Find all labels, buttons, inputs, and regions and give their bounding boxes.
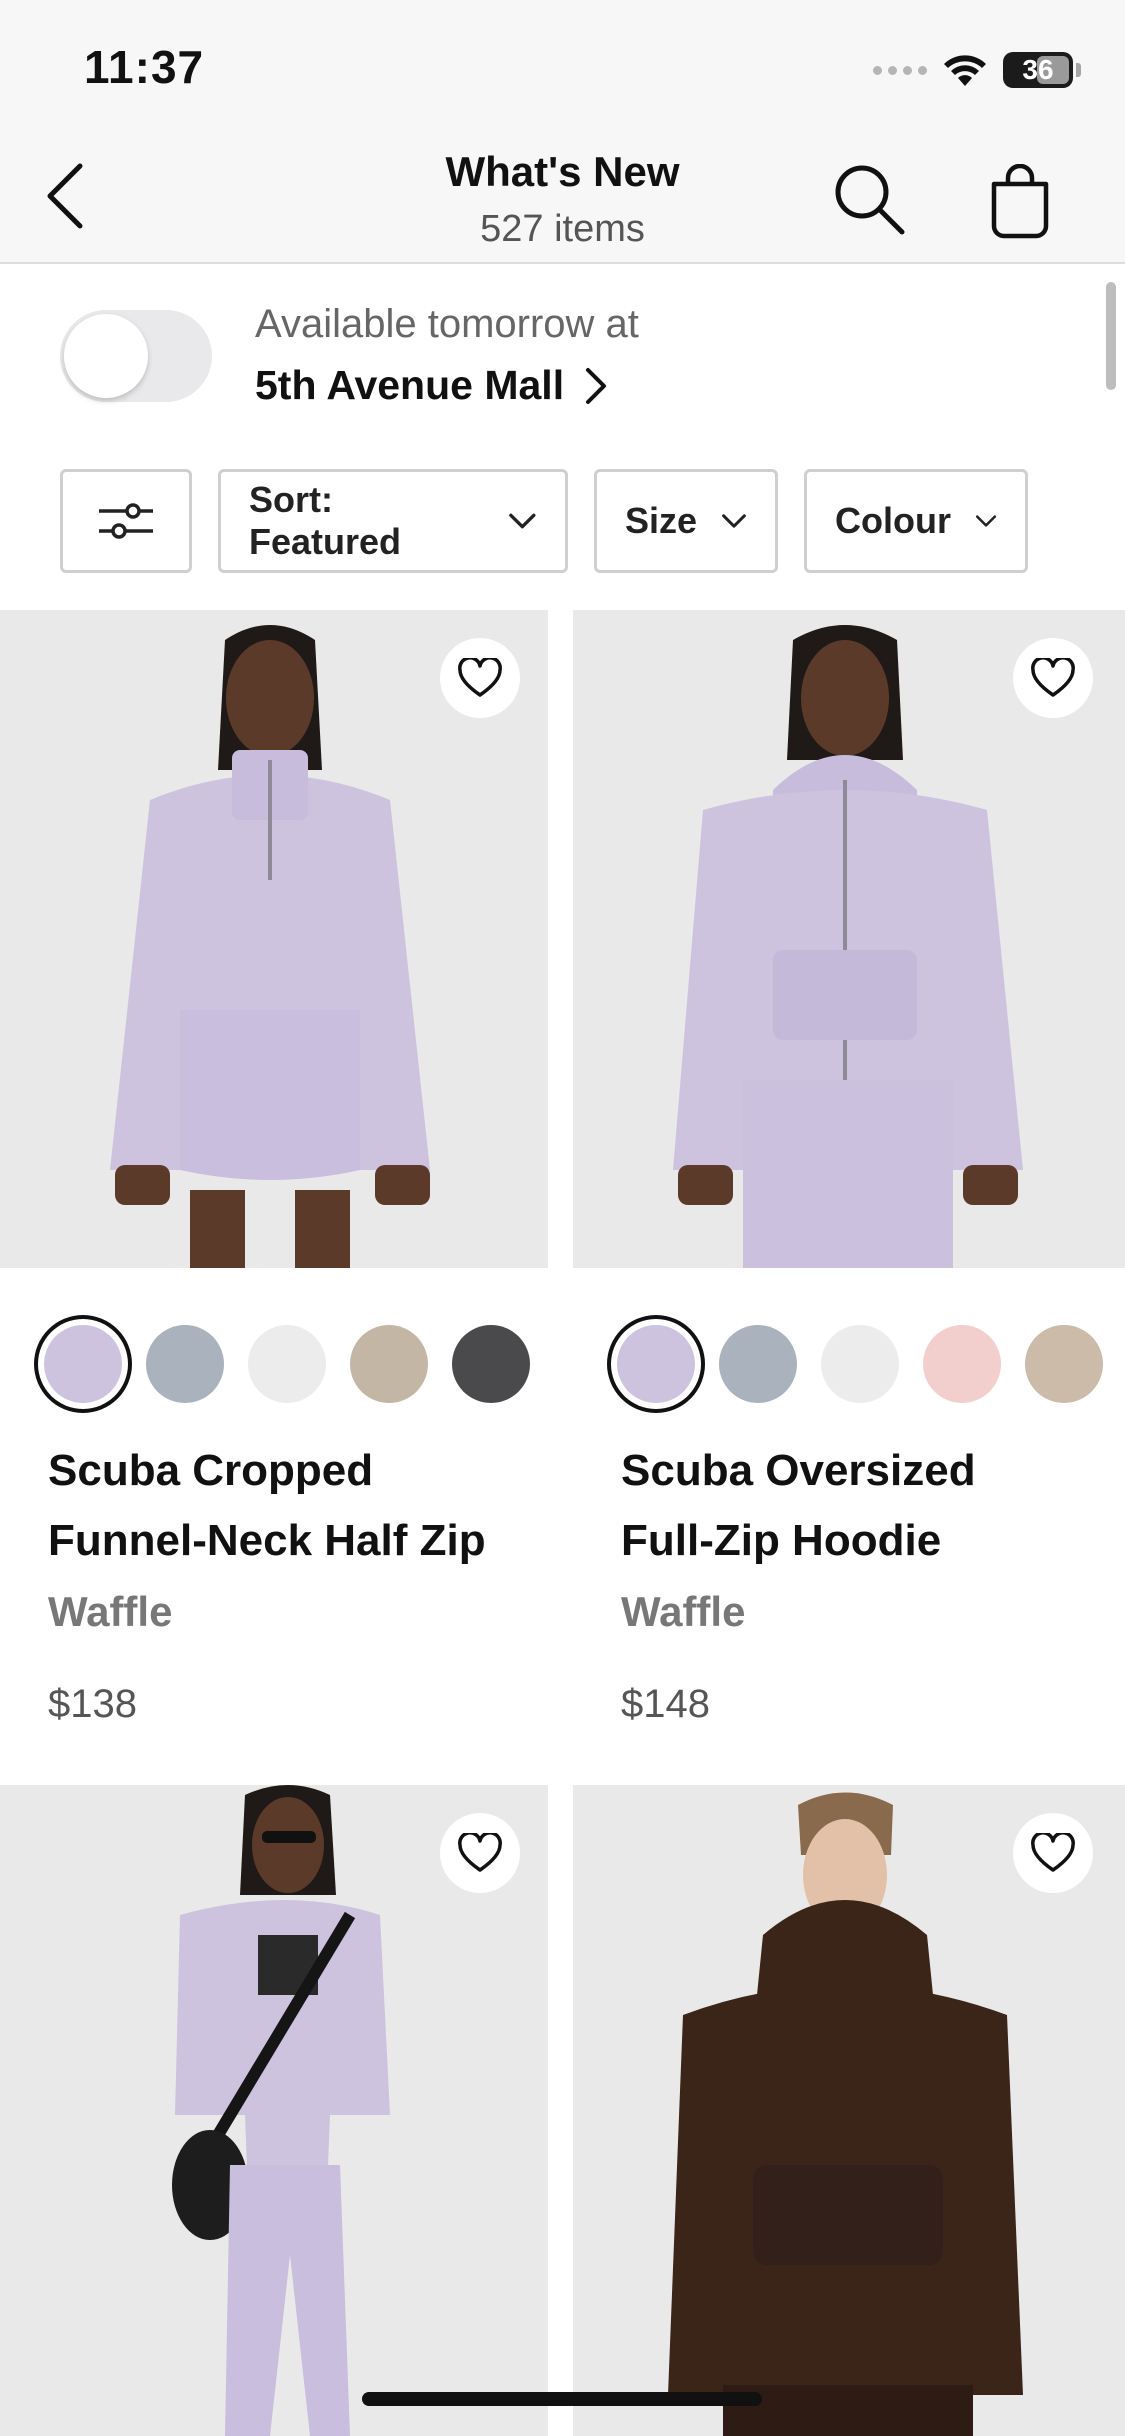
toggle-knob [64, 314, 148, 398]
sort-label: Sort: Featured [249, 479, 402, 562]
status-icons: 36 [873, 50, 1081, 90]
search-icon[interactable] [830, 160, 910, 240]
sort-dropdown[interactable]: Sort: Featured [218, 469, 568, 573]
wifi-icon [944, 55, 986, 86]
store-name: 5th Avenue Mall [255, 362, 565, 408]
product-card[interactable] [573, 1785, 1125, 2436]
chevron-right-icon [586, 367, 607, 404]
colour-swatches [44, 1325, 530, 1403]
page-title: What's New [445, 148, 680, 195]
signal-dots-icon [873, 65, 927, 75]
colour-swatch[interactable] [1025, 1325, 1103, 1403]
colour-swatch[interactable] [617, 1325, 695, 1403]
heart-icon [1031, 1833, 1075, 1872]
store-link[interactable]: 5th Avenue Mall [255, 362, 608, 409]
filter-button[interactable] [60, 469, 192, 573]
product-card[interactable] [0, 1785, 548, 2436]
product-material: Waffle [48, 1588, 173, 1635]
product-name-line1: Scuba Oversized [621, 1446, 976, 1495]
availability-text: Available tomorrow at [255, 302, 639, 346]
colour-swatch[interactable] [719, 1325, 797, 1403]
colour-dropdown[interactable]: Colour [804, 469, 1028, 573]
size-label: Size [625, 500, 698, 541]
colour-swatch[interactable] [146, 1325, 224, 1403]
available-tomorrow-toggle[interactable] [60, 310, 212, 402]
product-material: Waffle [621, 1588, 746, 1635]
shopping-bag-icon[interactable] [988, 164, 1052, 240]
wishlist-button[interactable] [440, 638, 520, 718]
chevron-down-icon [509, 513, 536, 529]
battery-icon: 36 [1003, 52, 1073, 88]
heart-icon [458, 1833, 502, 1872]
colour-swatch[interactable] [821, 1325, 899, 1403]
product-card[interactable]: Scuba Cropped Funnel-Neck Half Zip Waffl… [0, 610, 548, 1780]
wishlist-button[interactable] [440, 1813, 520, 1893]
product-price: $148 [621, 1682, 710, 1726]
wishlist-button[interactable] [1013, 1813, 1093, 1893]
scroll-indicator[interactable] [1106, 282, 1116, 390]
colour-swatch[interactable] [350, 1325, 428, 1403]
size-dropdown[interactable]: Size [594, 469, 778, 573]
product-name-line1: Scuba Cropped [48, 1446, 374, 1495]
colour-swatch[interactable] [248, 1325, 326, 1403]
chevron-down-icon [975, 515, 997, 527]
battery-percent: 36 [1022, 54, 1054, 85]
heart-icon [458, 658, 502, 697]
heart-icon [1031, 658, 1075, 697]
colour-label: Colour [835, 500, 951, 541]
filter-sliders-icon [99, 503, 153, 539]
product-name: Scuba Cropped Funnel-Neck Half Zip [48, 1436, 548, 1576]
colour-swatch[interactable] [923, 1325, 1001, 1403]
colour-swatch[interactable] [44, 1325, 122, 1403]
product-name-line2: Funnel-Neck Half Zip [48, 1516, 486, 1565]
status-time: 11:37 [84, 41, 205, 93]
product-name: Scuba Oversized Full-Zip Hoodie [621, 1436, 1121, 1576]
colour-swatch[interactable] [452, 1325, 530, 1403]
product-name-line2: Full-Zip Hoodie [621, 1516, 942, 1565]
wishlist-button[interactable] [1013, 638, 1093, 718]
product-card[interactable]: Scuba Oversized Full-Zip Hoodie Waffle $… [573, 610, 1125, 1780]
battery-tip [1076, 63, 1081, 77]
home-indicator[interactable] [362, 2392, 762, 2406]
colour-swatches [617, 1325, 1103, 1403]
item-count: 527 items [480, 208, 645, 250]
chevron-down-icon [722, 514, 746, 528]
filter-bar: Sort: Featured Size Colour [60, 469, 1028, 573]
product-price: $138 [48, 1682, 137, 1726]
